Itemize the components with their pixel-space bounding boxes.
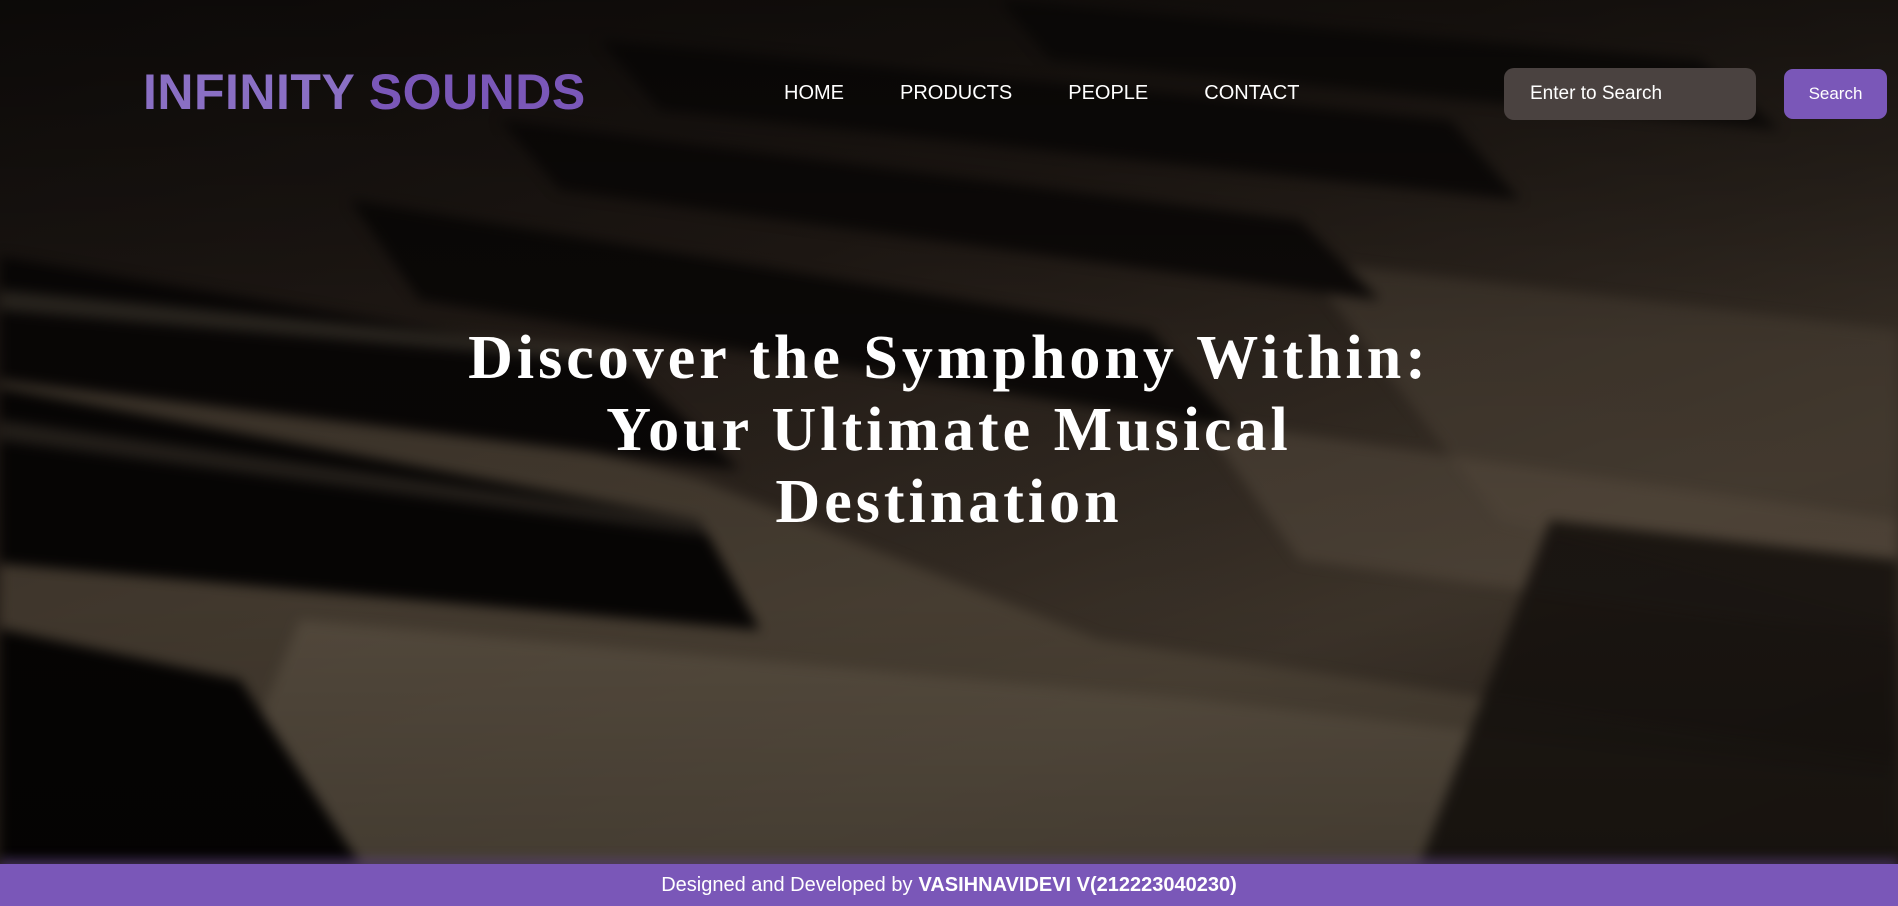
nav-item-home[interactable]: HOME xyxy=(784,80,844,106)
search-input[interactable] xyxy=(1504,68,1756,120)
footer-credit-prefix: Designed and Developed by xyxy=(661,873,913,896)
nav-item-products[interactable]: PRODUCTS xyxy=(900,80,1012,106)
page: INFINITY SOUNDS HOME PRODUCTS PEOPLE CON… xyxy=(0,0,1898,906)
footer: Designed and Developed by VASIHNAVIDEVI … xyxy=(0,864,1898,906)
brand-logo[interactable]: INFINITY SOUNDS xyxy=(143,64,586,120)
brand-word-infinity: INFINITY xyxy=(143,64,355,120)
main-nav: HOME PRODUCTS PEOPLE CONTACT xyxy=(784,80,1299,106)
nav-item-contact[interactable]: CONTACT xyxy=(1204,80,1299,106)
search-button[interactable]: Search xyxy=(1784,69,1887,119)
nav-item-people[interactable]: PEOPLE xyxy=(1068,80,1148,106)
footer-author: VASIHNAVIDEVI V(212223040230) xyxy=(918,873,1237,896)
brand-word-sounds: SOUNDS xyxy=(368,64,586,120)
hero-headline: Discover the Symphony Within: Your Ultim… xyxy=(468,324,1430,536)
